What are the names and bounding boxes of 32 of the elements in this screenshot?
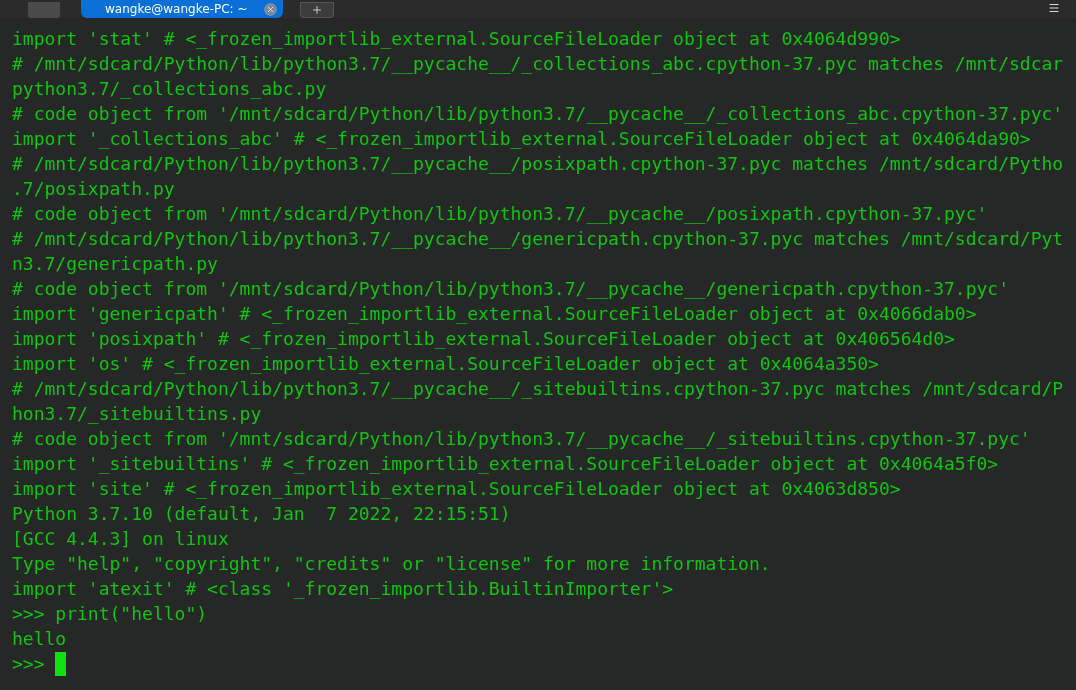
output-line: python3.7/_collections_abc.py: [12, 77, 327, 101]
output-line: Type "help", "copyright", "credits" or "license" for more information.: [12, 552, 771, 576]
output-line: # /mnt/sdcard/Python/lib/python3.7/__pycache__/genericpath.cpython-37.pyc matches /mnt/sdcard/Pyt: [12, 227, 1064, 251]
output-line: import '_collections_abc' # <_frozen_importlib_external.SourceFileLoader object at 0x4064da90>: [12, 127, 1031, 151]
output-line: import '_sitebuiltins' # <_frozen_importlib_external.SourceFileLoader object at 0x4064a5f0>: [12, 452, 999, 476]
cursor: [55, 651, 67, 676]
output-line: # code object from '/mnt/sdcard/Python/lib/python3.7/__pycache__/_sitebuiltins.cpython-37.pyc': [12, 427, 1031, 451]
close-icon[interactable]: [264, 2, 277, 16]
output-line: import 'site' # <_frozen_importlib_external.SourceFileLoader object at 0x4063d850>: [12, 477, 901, 501]
tab[interactable]: wangke@wangke-PC: ~: [81, 0, 283, 18]
output-line: import 'genericpath' # <_frozen_importlib_external.SourceFileLoader object at 0x4066dab0>: [12, 302, 977, 326]
output-line: [GCC 4.4.3] on linux: [12, 527, 229, 551]
output-line: # /mnt/sdcard/Python/lib/python3.7/__pycache__/_sitebuiltins.cpython-37.pyc matches /mnt/sdcard/P: [12, 377, 1064, 401]
output-line: import 'stat' # <_frozen_importlib_external.SourceFileLoader object at 0x4064d990>: [12, 27, 901, 51]
output-line: hon3.7/_sitebuiltins.py: [12, 402, 262, 426]
output-line: import 'os' # <_frozen_importlib_external.SourceFileLoader object at 0x4064a350>: [12, 352, 879, 376]
output-line: import 'atexit' # <class '_frozen_importlib.BuiltinImporter'>: [12, 577, 674, 601]
output-line: # code object from '/mnt/sdcard/Python/lib/python3.7/__pycache__/posixpath.cpython-37.pyc': [12, 202, 988, 226]
output-line: Python 3.7.10 (default, Jan 7 2022, 22:15:51): [12, 502, 511, 526]
output-line: .7/posixpath.py: [12, 177, 175, 201]
output-line: n3.7/genericpath.py: [12, 252, 218, 276]
new-tab-button[interactable]: [300, 2, 334, 18]
plus-icon: [311, 4, 323, 16]
output-line: # code object from '/mnt/sdcard/Python/lib/python3.7/__pycache__/genericpath.cpython-37.pyc': [12, 277, 1009, 301]
output-line: # /mnt/sdcard/Python/lib/python3.7/__pycache__/_collections_abc.cpython-37.pyc matches /mnt/sdcar: [12, 52, 1064, 76]
output-line: # /mnt/sdcard/Python/lib/python3.7/__pycache__/posixpath.cpython-37.pyc matches /mnt/sdcard/Pytho: [12, 152, 1064, 176]
prompt: >>>: [12, 652, 45, 676]
menu-icon[interactable]: [1048, 2, 1060, 14]
output-line: hello: [12, 627, 67, 651]
output-line: import 'posixpath' # <_frozen_importlib_external.SourceFileLoader object at 0x406564d0>: [12, 327, 955, 351]
output-line: # code object from '/mnt/sdcard/Python/lib/python3.7/__pycache__/_collections_abc.cpython-37.pyc': [12, 102, 1064, 126]
output-line: >>> print("hello"): [12, 602, 208, 626]
